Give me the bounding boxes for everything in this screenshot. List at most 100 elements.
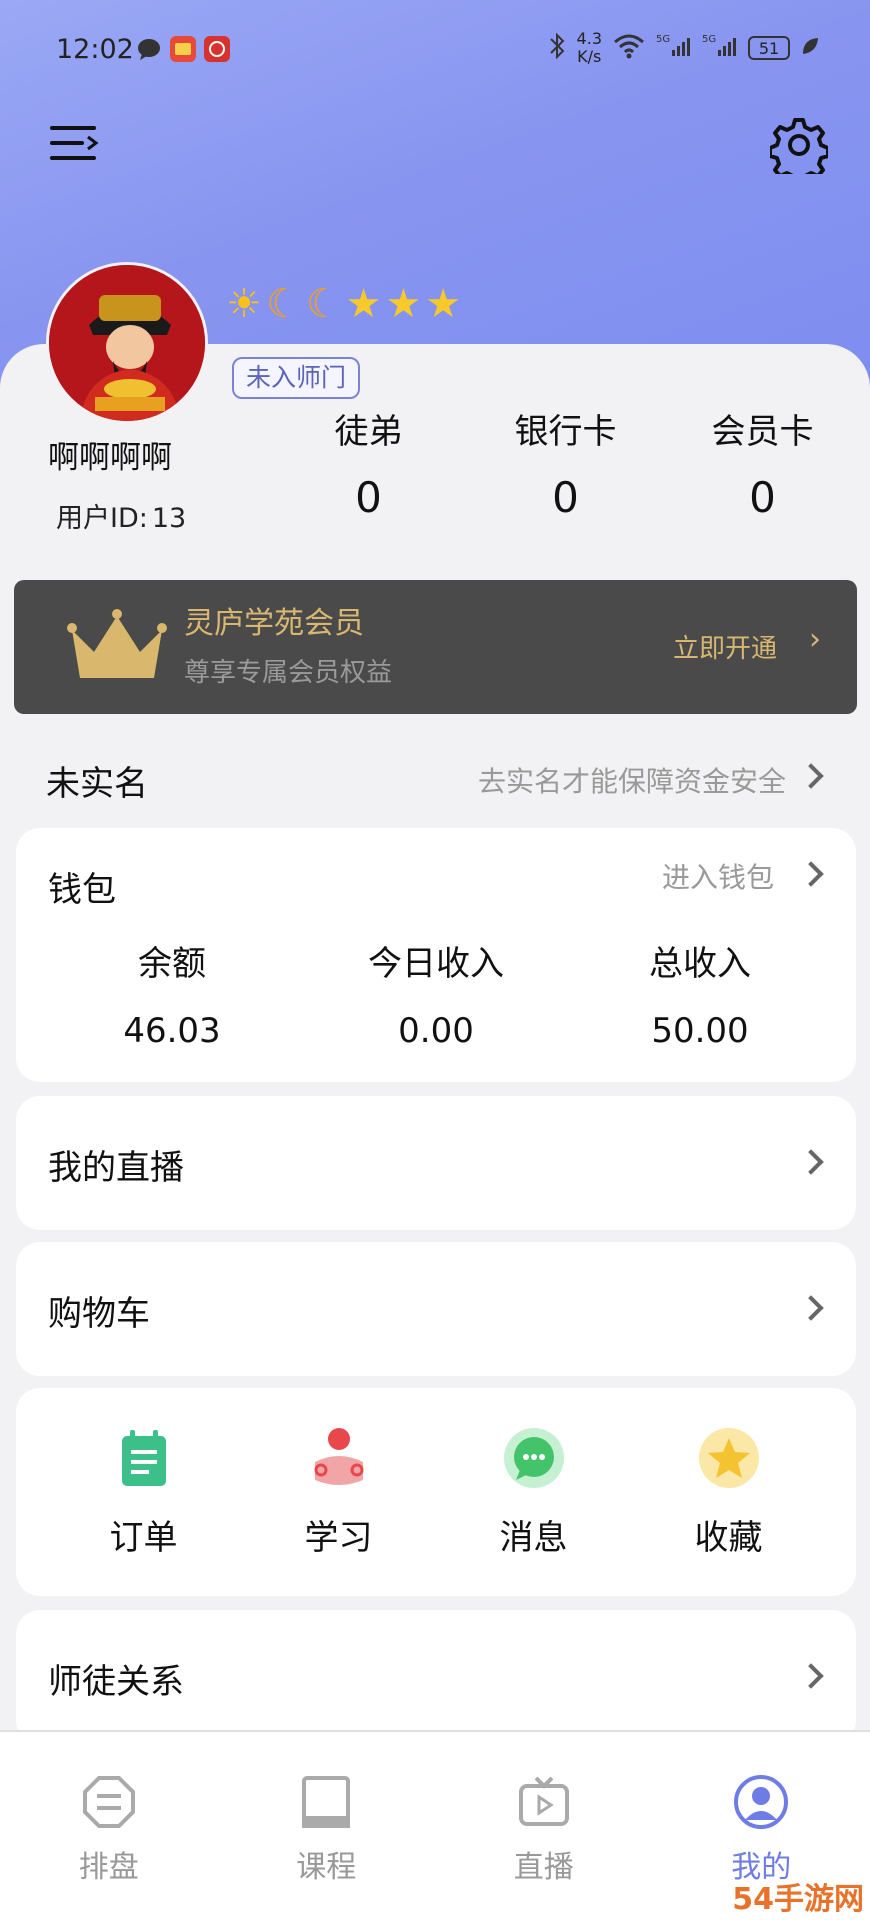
moon-icon: ☾ — [265, 281, 302, 327]
row-title: 师徒关系 — [48, 1662, 184, 1702]
wallet-stat-label: 总收入 — [649, 944, 751, 984]
wallet-stat-value: 50.00 — [651, 1011, 749, 1051]
avatar-image — [49, 265, 205, 421]
realname-verification-row[interactable]: 未实名 去实名才能保障资金安全 — [0, 730, 870, 820]
signal-5g-icon: 5G — [702, 32, 738, 64]
message-icon — [136, 36, 162, 62]
star-icon: ★ — [345, 281, 382, 327]
wallet-card: 钱包 进入钱包 余额 46.03 今日收入 0.00 总收入 50.00 — [16, 828, 856, 1082]
stat-member-cards[interactable]: 会员卡 0 — [664, 404, 861, 522]
study-icon — [307, 1426, 371, 1490]
star-icon — [697, 1426, 761, 1490]
watermark: 54手游网 — [732, 1882, 864, 1917]
stat-value: 0 — [552, 473, 579, 522]
shortcut-orders[interactable]: 订单 — [59, 1388, 229, 1596]
stat-label: 徒弟 — [334, 412, 403, 452]
vip-banner[interactable]: 灵庐学苑会员 尊享专属会员权益 立即开通 › — [14, 580, 857, 714]
net-speed-unit: K/s — [577, 47, 602, 66]
nav-label: 直播 — [513, 1850, 574, 1885]
chevron-right-icon — [798, 1295, 824, 1321]
row-title: 我的直播 — [48, 1148, 184, 1188]
stat-bank-cards[interactable]: 银行卡 0 — [467, 404, 664, 522]
chevron-right-icon — [798, 1149, 824, 1175]
app-icon — [170, 36, 196, 62]
wallet-stats: 余额 46.03 今日收入 0.00 总收入 50.00 — [16, 936, 856, 1051]
net-speed: 4.3 K/s — [577, 30, 602, 66]
tv-icon — [516, 1774, 572, 1830]
menu-icon — [50, 126, 96, 130]
shortcut-label: 收藏 — [694, 1518, 763, 1558]
shortcut-label: 学习 — [304, 1518, 373, 1558]
shortcut-label: 订单 — [109, 1518, 178, 1558]
star-icon: ★ — [385, 281, 422, 327]
chevron-right-icon — [798, 1663, 824, 1689]
vip-title: 灵庐学苑会员 — [184, 606, 364, 641]
stat-value: 0 — [749, 473, 776, 522]
nav-courses[interactable]: 课程 — [218, 1732, 436, 1920]
mentor-relationship-row[interactable]: 师徒关系 — [16, 1610, 856, 1744]
enter-wallet-link[interactable]: 进入钱包 — [662, 856, 774, 896]
shortcut-study[interactable]: 学习 — [254, 1388, 424, 1596]
realname-hint: 去实名才能保障资金安全 — [477, 765, 786, 798]
nav-label: 课程 — [296, 1850, 357, 1885]
user-id: 用户ID: 13 — [52, 496, 186, 535]
app-icon — [204, 36, 230, 62]
star-icon: ★ — [425, 281, 462, 327]
menu-icon-line — [50, 156, 96, 160]
bluetooth-icon — [547, 31, 567, 65]
shortcut-messages[interactable]: 消息 — [449, 1388, 619, 1596]
order-icon — [112, 1426, 176, 1490]
avatar[interactable] — [46, 262, 208, 424]
stat-disciples[interactable]: 徒弟 0 — [270, 404, 467, 522]
wallet-stat-label: 余额 — [138, 944, 206, 984]
wallet-balance: 余额 46.03 — [42, 936, 302, 1051]
battery-level: 51 — [758, 38, 780, 58]
status-indicators: 4.3 K/s 5G 5G 51 — [547, 30, 820, 66]
menu-icon-line — [50, 141, 84, 145]
vip-subtitle: 尊享专属会员权益 — [184, 658, 393, 688]
crown-icon — [67, 609, 167, 678]
realname-status: 未实名 — [46, 764, 148, 804]
my-live-row[interactable]: 我的直播 — [16, 1096, 856, 1230]
wallet-stat-label: 今日收入 — [368, 944, 504, 984]
gear-icon — [768, 118, 830, 185]
username: 啊啊啊啊 — [48, 440, 172, 476]
user-id-label: 用户ID: — [56, 503, 148, 534]
wifi-icon — [612, 32, 646, 64]
stat-label: 会员卡 — [711, 412, 814, 452]
wallet-today-income: 今日收入 0.00 — [306, 936, 566, 1051]
profile-stats: 徒弟 0 银行卡 0 会员卡 0 — [270, 404, 870, 522]
nav-live[interactable]: 直播 — [435, 1732, 653, 1920]
wallet-title: 钱包 — [48, 870, 116, 910]
chevron-right-icon — [798, 763, 824, 789]
nav-paipan[interactable]: 排盘 — [0, 1732, 218, 1920]
stat-value: 0 — [355, 473, 382, 522]
moon-icon: ☾ — [305, 281, 342, 327]
stat-label: 银行卡 — [514, 412, 617, 452]
svg-text:5G: 5G — [656, 34, 670, 45]
status-bar: 12:02 4.3 K/s 5G 5G 51 — [0, 0, 870, 100]
mentor-status-tag: 未入师门 — [232, 357, 361, 399]
settings-button[interactable] — [768, 116, 830, 185]
wallet-total-income: 总收入 50.00 — [570, 936, 830, 1051]
shortcut-favorites[interactable]: 收藏 — [644, 1388, 814, 1596]
user-id-value: 13 — [151, 503, 187, 534]
chart-icon — [81, 1774, 137, 1830]
menu-button[interactable] — [48, 118, 100, 170]
message-icon — [502, 1426, 566, 1490]
chevron-right-icon: › — [809, 622, 821, 657]
row-title: 购物车 — [48, 1294, 150, 1334]
shopping-cart-row[interactable]: 购物车 — [16, 1242, 856, 1376]
level-badges: ☀ ☾ ☾ ★ ★ ★ — [226, 280, 461, 328]
wallet-stat-value: 0.00 — [398, 1011, 474, 1051]
menu-arrow-icon — [87, 135, 99, 151]
status-time: 12:02 — [56, 34, 134, 65]
signal-5g-icon: 5G — [656, 32, 692, 64]
net-speed-value: 4.3 — [576, 29, 602, 48]
vip-activate-button[interactable]: 立即开通 — [673, 628, 777, 665]
shortcut-label: 消息 — [499, 1518, 568, 1558]
user-icon — [733, 1774, 789, 1830]
sun-icon: ☀ — [226, 281, 262, 327]
status-app-icons — [136, 36, 230, 62]
leaf-icon — [800, 35, 820, 61]
